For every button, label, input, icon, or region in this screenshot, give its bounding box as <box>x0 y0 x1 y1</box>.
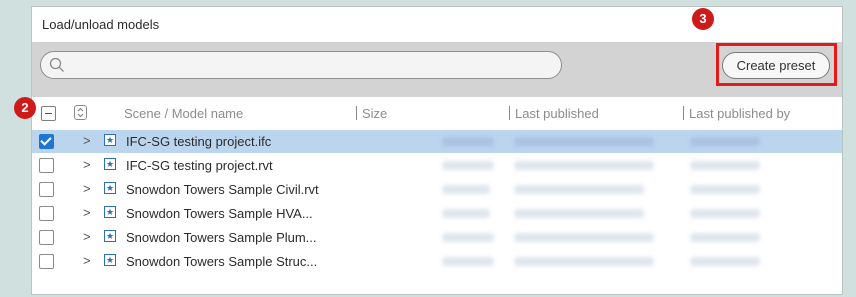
redacted-last-published <box>514 233 654 242</box>
row-checkbox[interactable] <box>39 134 54 149</box>
table-header: Scene / Model name Size Last published L… <box>32 97 842 129</box>
search-box[interactable] <box>40 51 562 79</box>
model-name: Snowdon Towers Sample Civil.rvt <box>126 182 319 197</box>
model-name: Snowdon Towers Sample HVA... <box>126 206 313 221</box>
redacted-last-published <box>514 185 644 194</box>
redacted-size <box>442 233 494 242</box>
chevron-right-icon[interactable]: > <box>83 157 91 172</box>
table-row[interactable]: > ★ Snowdon Towers Sample HVA... <box>32 202 842 225</box>
row-checkbox[interactable] <box>39 206 54 221</box>
column-header-size[interactable]: Size <box>362 106 387 121</box>
model-name: Snowdon Towers Sample Plum... <box>126 230 317 245</box>
chevron-right-icon[interactable]: > <box>83 253 91 268</box>
column-header-scene[interactable]: Scene / Model name <box>124 106 243 121</box>
star-model-icon: ★ <box>104 182 116 194</box>
row-checkbox[interactable] <box>39 158 54 173</box>
column-separator[interactable] <box>683 106 684 120</box>
column-header-last-published[interactable]: Last published <box>515 106 599 121</box>
chevron-right-icon[interactable]: > <box>83 133 91 148</box>
model-name: Snowdon Towers Sample Struc... <box>126 254 318 269</box>
expand-all-button[interactable] <box>74 105 87 120</box>
row-checkbox[interactable] <box>39 230 54 245</box>
redacted-last-published-by <box>690 233 760 242</box>
redacted-last-published-by <box>690 137 760 146</box>
star-model-icon: ★ <box>104 254 116 266</box>
redacted-last-published-by <box>690 161 760 170</box>
callout-badge-2: 2 <box>14 97 36 119</box>
chevron-right-icon[interactable]: > <box>83 229 91 244</box>
column-separator[interactable] <box>509 106 510 120</box>
star-model-icon: ★ <box>104 158 116 170</box>
redacted-last-published <box>514 137 654 146</box>
model-list: > ★ IFC-SG testing project.ifc > ★ IFC-S… <box>32 130 842 274</box>
redacted-last-published-by <box>690 257 760 266</box>
column-separator[interactable] <box>356 106 357 120</box>
panel-title: Load/unload models <box>42 17 160 32</box>
row-checkbox[interactable] <box>39 254 54 269</box>
select-all-checkbox[interactable] <box>41 106 56 121</box>
callout-badge-3: 3 <box>692 8 714 30</box>
star-model-icon: ★ <box>104 206 116 218</box>
redacted-last-published <box>514 209 644 218</box>
redacted-last-published-by <box>690 185 760 194</box>
chevron-right-icon[interactable]: > <box>83 181 91 196</box>
table-row[interactable]: > ★ Snowdon Towers Sample Plum... <box>32 226 842 249</box>
search-input[interactable] <box>71 56 555 76</box>
expand-collapse-icon <box>77 107 84 118</box>
redacted-size <box>442 257 494 266</box>
search-icon <box>49 57 64 72</box>
redacted-last-published-by <box>690 209 760 218</box>
redacted-size <box>442 185 490 194</box>
redacted-size <box>442 209 490 218</box>
redacted-last-published <box>514 257 654 266</box>
redacted-last-published <box>514 161 654 170</box>
row-checkbox[interactable] <box>39 182 54 197</box>
model-name: IFC-SG testing project.rvt <box>126 158 273 173</box>
table-row[interactable]: > ★ IFC-SG testing project.rvt <box>32 154 842 177</box>
star-model-icon: ★ <box>104 134 116 146</box>
table-row[interactable]: > ★ Snowdon Towers Sample Civil.rvt <box>32 178 842 201</box>
chevron-right-icon[interactable]: > <box>83 205 91 220</box>
redacted-size <box>442 137 494 146</box>
redacted-size <box>442 161 494 170</box>
table-row[interactable]: > ★ IFC-SG testing project.ifc <box>32 130 842 153</box>
star-model-icon: ★ <box>104 230 116 242</box>
table-row[interactable]: > ★ Snowdon Towers Sample Struc... <box>32 250 842 273</box>
model-name: IFC-SG testing project.ifc <box>126 134 272 149</box>
column-header-last-published-by[interactable]: Last published by <box>689 106 790 121</box>
create-preset-highlight <box>716 43 837 86</box>
